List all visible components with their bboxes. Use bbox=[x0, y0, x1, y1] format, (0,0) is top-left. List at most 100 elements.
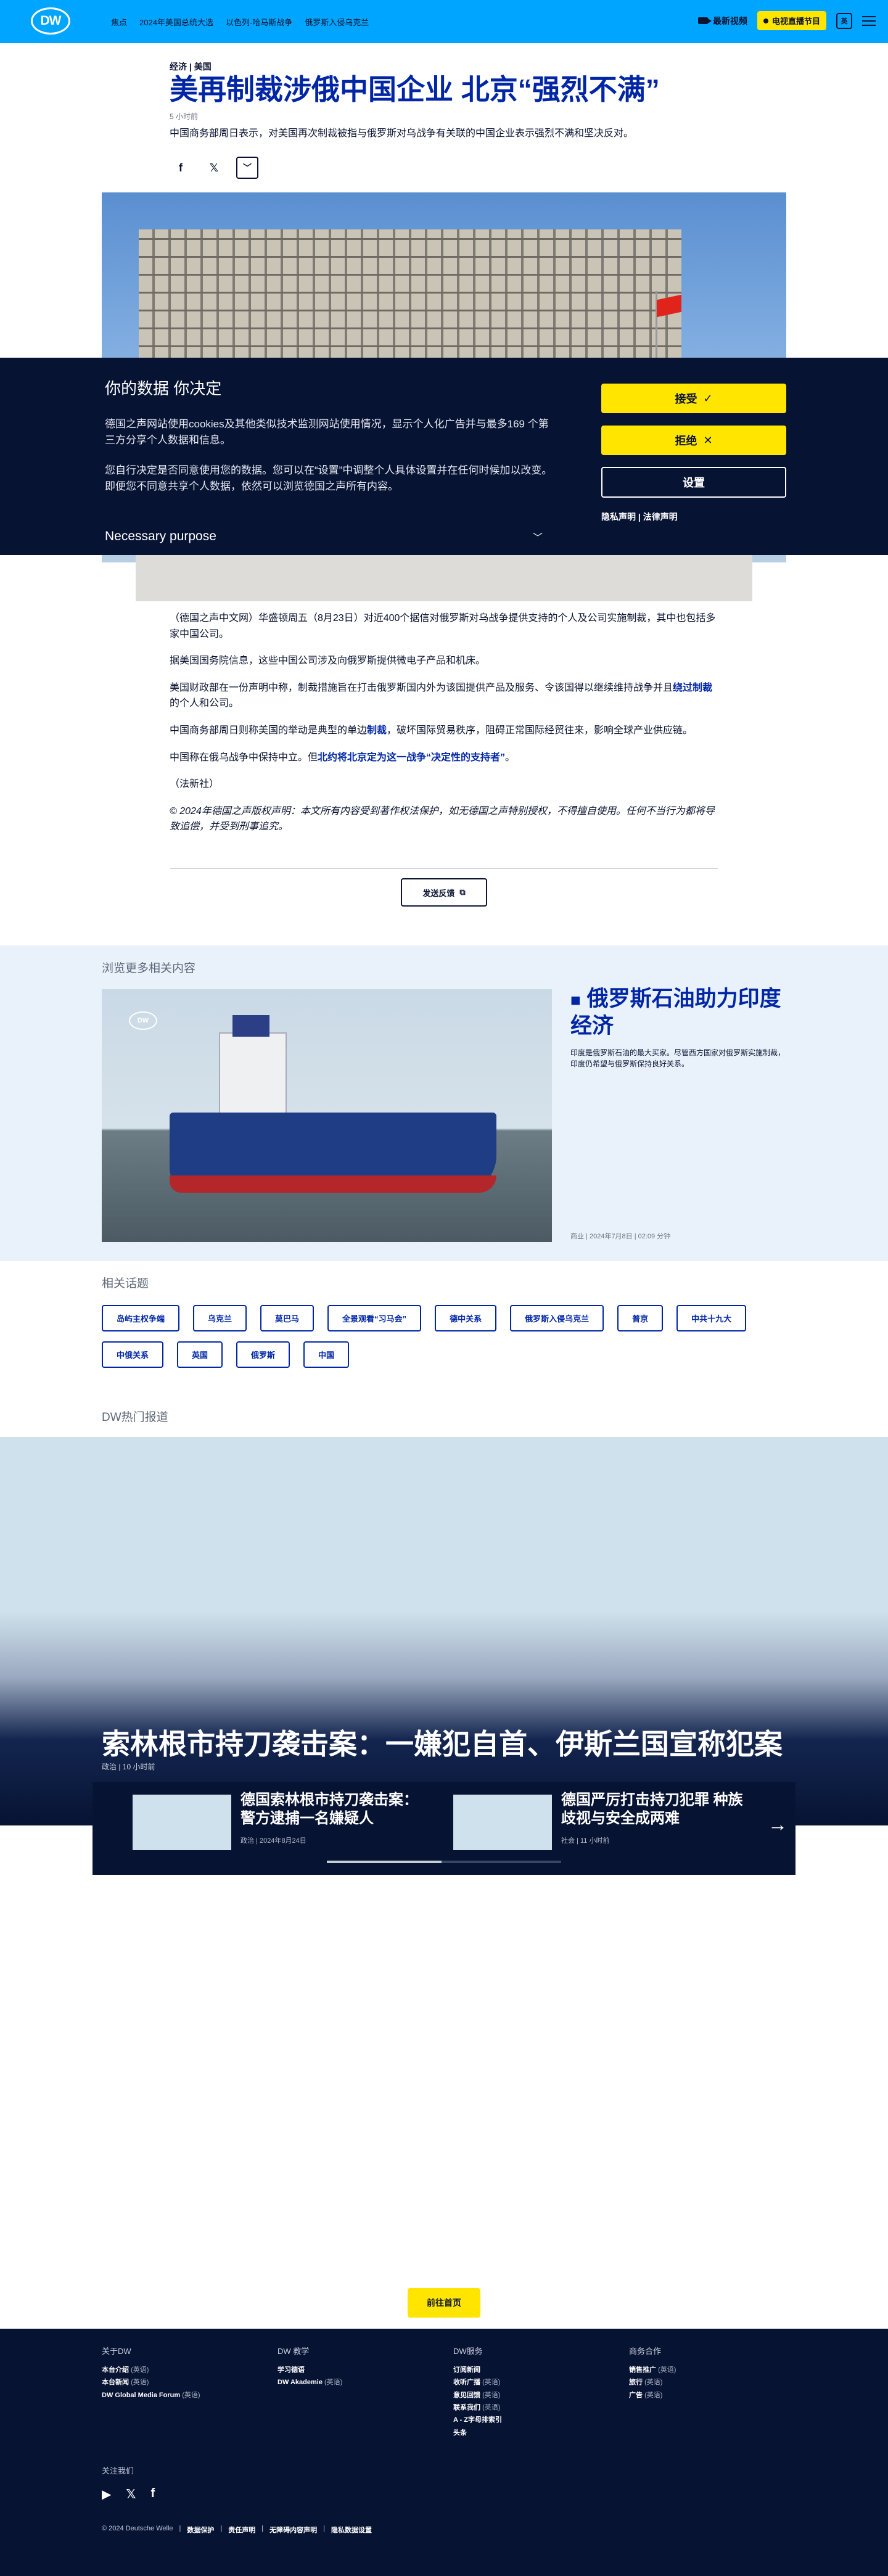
x-icon[interactable]: 𝕏 bbox=[126, 2487, 136, 2502]
footer-col-title: 关于DW bbox=[102, 2347, 131, 2356]
nav-item-us-election[interactable]: 2024年美国总统大选 bbox=[139, 16, 213, 28]
sanctions-link[interactable]: 制裁 bbox=[367, 725, 387, 736]
footer-link[interactable]: 收听广播 (英语) bbox=[453, 2376, 607, 2389]
settings-button[interactable]: 设置 bbox=[601, 467, 786, 498]
topics-heading: 相关话题 bbox=[102, 1277, 149, 1290]
footer-col-title: DW服务 bbox=[453, 2347, 483, 2356]
topic-tag[interactable]: 中俄关系 bbox=[102, 1341, 164, 1368]
nav-item-focus[interactable]: 焦点 bbox=[111, 16, 127, 28]
topic-tag[interactable]: 英国 bbox=[177, 1341, 223, 1368]
topic-tag[interactable]: 莫巴马 bbox=[260, 1305, 314, 1331]
cookie-text-2: 您自行决定是否同意使用您的数据。您可以在“设置”中调整个人具体设置并在任何时候加… bbox=[105, 464, 553, 493]
arrow-right-icon[interactable]: → bbox=[768, 1813, 787, 1836]
cookie-title: 你的数据 你决定 bbox=[105, 379, 222, 398]
dw-watermark-logo: DW bbox=[129, 1011, 157, 1030]
topic-tag[interactable]: 全景观看“习马会” bbox=[327, 1305, 422, 1331]
story-thumbnail[interactable] bbox=[133, 1795, 231, 1850]
home-button[interactable]: 前往首页 bbox=[408, 2288, 480, 2318]
story-title[interactable]: 德国严厉打击持刀犯罪 种族歧视与安全成两难 bbox=[561, 1791, 746, 1828]
related-description: 印度是俄罗斯石油的最大买家。尽管西方国家对俄罗斯实施制裁，印度仍希望与俄罗斯保持… bbox=[570, 1048, 786, 1068]
footer-link[interactable]: 订阅新闻 bbox=[453, 2364, 607, 2376]
chevron-down-icon: ﹀ bbox=[532, 533, 543, 543]
menu-icon[interactable] bbox=[862, 15, 876, 26]
header-tools: 最新视频 电视直播节目 英 bbox=[697, 11, 876, 30]
paragraph: （德国之声中文网）华盛顿周五（8月23日）对近400个据信对俄罗斯对乌战争提供支… bbox=[170, 613, 716, 640]
topic-tag[interactable]: 乌克兰 bbox=[193, 1305, 247, 1331]
footer-link[interactable]: 联系我们 (英语) bbox=[453, 2401, 607, 2414]
x-icon[interactable]: 𝕏 bbox=[203, 157, 225, 179]
sanctions-link[interactable]: 绕过制裁 bbox=[673, 683, 712, 693]
footer-link[interactable]: 隐私数据设置 bbox=[331, 2525, 372, 2535]
article-kicker[interactable]: 经济 | 美国 bbox=[170, 60, 212, 73]
paragraph: （法新社） bbox=[170, 779, 220, 790]
legal-link[interactable]: 法律声明 bbox=[643, 512, 678, 522]
latest-video-link[interactable]: 最新视频 bbox=[697, 15, 747, 27]
footer-col-title: 商务合作 bbox=[629, 2347, 662, 2356]
tv-live-button[interactable]: 电视直播节目 bbox=[757, 11, 826, 30]
topic-tag[interactable]: 俄罗斯入侵乌克兰 bbox=[510, 1305, 604, 1331]
paragraph: 中国商务部周日则称美国的举动是典型的单边制裁，破坏国际贸易秩序，阻碍正常国际经贸… bbox=[170, 725, 693, 736]
video-camera-icon: ■ bbox=[570, 990, 581, 1010]
feedback-button[interactable]: 发送反馈 ⧉ bbox=[401, 878, 487, 907]
cookie-text-1: 德国之声网站使用cookies及其他类似技术监测网站使用情况，显示个人化广告并与… bbox=[105, 418, 549, 446]
footer-col-services: DW服务 订阅新闻 收听广播 (英语) 意见回馈 (英语) 联系我们 (英语) … bbox=[453, 2345, 607, 2439]
featured-story-title[interactable]: 索林根市持刀袭击案：一嫌犯自首、伊斯兰国宣称犯案 bbox=[102, 1722, 786, 1763]
topic-tag[interactable]: 普京 bbox=[617, 1305, 664, 1331]
footer-link[interactable]: 责任声明 bbox=[228, 2525, 255, 2535]
footer-link[interactable]: 学习德语 bbox=[278, 2364, 432, 2376]
footer-link[interactable]: 头条 bbox=[453, 2427, 607, 2439]
footer-link[interactable]: A - Z字母排索引 bbox=[453, 2414, 607, 2426]
ship-hull bbox=[170, 1113, 496, 1193]
footer-link[interactable]: 广告 (英语) bbox=[629, 2389, 783, 2401]
footer-link[interactable]: 意见回馈 (英语) bbox=[453, 2389, 607, 2401]
share-bar: f 𝕏 ﹀ bbox=[170, 157, 258, 179]
nav-item-russia-ukraine[interactable]: 俄罗斯入侵乌克兰 bbox=[305, 16, 369, 28]
footer-link[interactable]: DW Akademie (英语) bbox=[278, 2376, 432, 2389]
featured-story-meta: 政治 | 10 小时前 bbox=[102, 1763, 155, 1771]
story-title[interactable]: 德国索林根市持刀袭击案：警方逮捕一名嫌疑人 bbox=[240, 1791, 426, 1828]
story-meta: 政治 | 2024年8月24日 bbox=[240, 1837, 306, 1845]
topic-tag[interactable]: 中共十九大 bbox=[676, 1305, 747, 1331]
social-icons: ▶ 𝕏 f bbox=[102, 2487, 155, 2502]
necessary-purpose-toggle[interactable]: Necessary purpose ﹀ bbox=[105, 529, 543, 544]
cookie-consent-banner: 你的数据 你决定 德国之声网站使用cookies及其他类似技术监测网站使用情况，… bbox=[0, 358, 888, 555]
topic-tag[interactable]: 中国 bbox=[303, 1341, 350, 1368]
facebook-icon[interactable]: f bbox=[170, 157, 192, 179]
accept-button[interactable]: 接受 ✓ bbox=[601, 384, 786, 413]
image-placeholder bbox=[136, 552, 752, 601]
paragraph: 中国称在俄乌战争中保持中立。但北约将北京定为这一战争“决定性的支持者”。 bbox=[170, 752, 516, 763]
related-meta: 商业 | 2024年7月8日 | 02:09 分钟 bbox=[570, 1233, 671, 1240]
nav-item-israel-hamas[interactable]: 以色列-哈马斯战争 bbox=[226, 16, 292, 28]
dw-logo[interactable]: DW bbox=[31, 7, 70, 35]
footer-link[interactable]: 本台新闻 (英语) bbox=[102, 2376, 256, 2389]
story-meta: 社会 | 11 小时前 bbox=[561, 1837, 610, 1845]
copyright-notice: © 2024年德国之声版权声明：本文所有内容受到著作权法保护，如无德国之声特别授… bbox=[170, 805, 715, 833]
facebook-icon[interactable]: f bbox=[151, 2487, 155, 2502]
more-icon[interactable]: ﹀ bbox=[236, 157, 258, 179]
footer-link[interactable]: 旅行 (英语) bbox=[629, 2376, 783, 2389]
privacy-link[interactable]: 隐私声明 bbox=[601, 512, 636, 522]
topic-tag[interactable]: 俄罗斯 bbox=[236, 1341, 290, 1368]
related-video-thumbnail[interactable]: DW bbox=[102, 989, 552, 1242]
footer-link[interactable]: 销售推广 (英语) bbox=[629, 2364, 783, 2376]
copy-icon: ⧉ bbox=[459, 887, 466, 897]
footer-link[interactable]: 无障碍内容声明 bbox=[269, 2525, 317, 2535]
footer-link[interactable]: 数据保护 bbox=[187, 2525, 214, 2535]
language-switch[interactable]: 英 bbox=[836, 12, 852, 29]
follow-us-label: 关注我们 bbox=[102, 2466, 134, 2475]
reject-button[interactable]: 拒绝 ✕ bbox=[601, 426, 786, 455]
youtube-icon[interactable]: ▶ bbox=[102, 2487, 111, 2502]
footer-col-business: 商务合作 销售推广 (英语) 旅行 (英语) 广告 (英语) bbox=[629, 2345, 783, 2401]
related-title[interactable]: ■ 俄罗斯石油助力印度经济 bbox=[570, 986, 786, 1040]
footer-link[interactable]: DW Global Media Forum (英语) bbox=[102, 2389, 256, 2401]
ship-superstructure bbox=[219, 1015, 287, 1119]
footer-link[interactable]: 本台介绍 (英语) bbox=[102, 2364, 256, 2376]
story-carousel: 德国索林根市持刀袭击案：警方逮捕一名嫌疑人 政治 | 2024年8月24日 德国… bbox=[92, 1782, 796, 1875]
footer-col-about: 关于DW 本台介绍 (英语) 本台新闻 (英语) DW Global Media… bbox=[102, 2345, 256, 2401]
paragraph: 据美国国务院信息，这些中国公司涉及向俄罗斯提供微电子产品和机床。 bbox=[170, 656, 486, 667]
topic-tag[interactable]: 岛屿主权争端 bbox=[102, 1305, 180, 1331]
nato-link[interactable]: 北约将北京定为这一战争“决定性的支持者” bbox=[318, 752, 505, 763]
check-icon: ✓ bbox=[703, 392, 713, 405]
story-thumbnail[interactable] bbox=[453, 1795, 552, 1850]
topic-tag[interactable]: 德中关系 bbox=[435, 1305, 497, 1331]
